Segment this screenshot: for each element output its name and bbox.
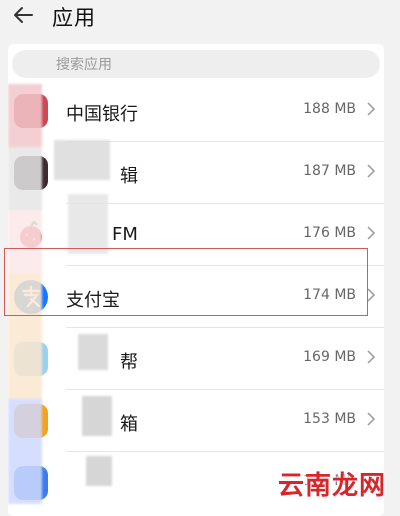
app-size: 169 MB [303, 349, 356, 365]
mosaic-redaction [68, 194, 108, 254]
chevron-right-icon [367, 350, 376, 364]
mosaic-redaction [78, 334, 108, 370]
app-row-5[interactable]: 帮 169 MB [8, 328, 384, 390]
app-list-card: 搜索应用 中国银行 188 MB 辑 187 MB FM 176 MB 支付宝 … [8, 44, 384, 516]
app-row-bank[interactable]: 中国银行 188 MB [8, 80, 384, 142]
app-name: 中国银行 [66, 104, 138, 125]
app-name: 支付宝 [66, 290, 120, 311]
mosaic-redaction [8, 84, 42, 504]
chevron-right-icon [367, 288, 376, 302]
mosaic-redaction [82, 396, 112, 436]
chevron-right-icon [367, 164, 376, 178]
page-title: 应用 [52, 6, 96, 30]
back-arrow-icon[interactable] [12, 4, 34, 26]
app-name: 辑 [120, 166, 138, 187]
chevron-right-icon [367, 226, 376, 240]
mosaic-redaction [86, 456, 112, 486]
watermark: 云南龙网 [277, 471, 386, 501]
app-name: FM [112, 224, 138, 245]
app-size: 188 MB [303, 101, 356, 117]
app-size: 174 MB [303, 287, 356, 303]
top-bar: 应用 [0, 0, 400, 36]
chevron-right-icon [367, 412, 376, 426]
app-row-alipay[interactable]: 支付宝 174 MB [8, 266, 384, 328]
app-name: 帮 [120, 352, 138, 373]
chevron-right-icon [367, 102, 376, 116]
app-row-6[interactable]: 箱 153 MB [8, 390, 384, 452]
app-name: 箱 [120, 414, 138, 435]
app-size: 187 MB [303, 163, 356, 179]
mosaic-redaction [54, 140, 110, 180]
search-input[interactable]: 搜索应用 [12, 50, 380, 78]
app-size: 176 MB [303, 225, 356, 241]
search-placeholder: 搜索应用 [56, 57, 112, 73]
app-size: 153 MB [303, 411, 356, 427]
app-row-fm[interactable]: FM 176 MB [8, 204, 384, 266]
